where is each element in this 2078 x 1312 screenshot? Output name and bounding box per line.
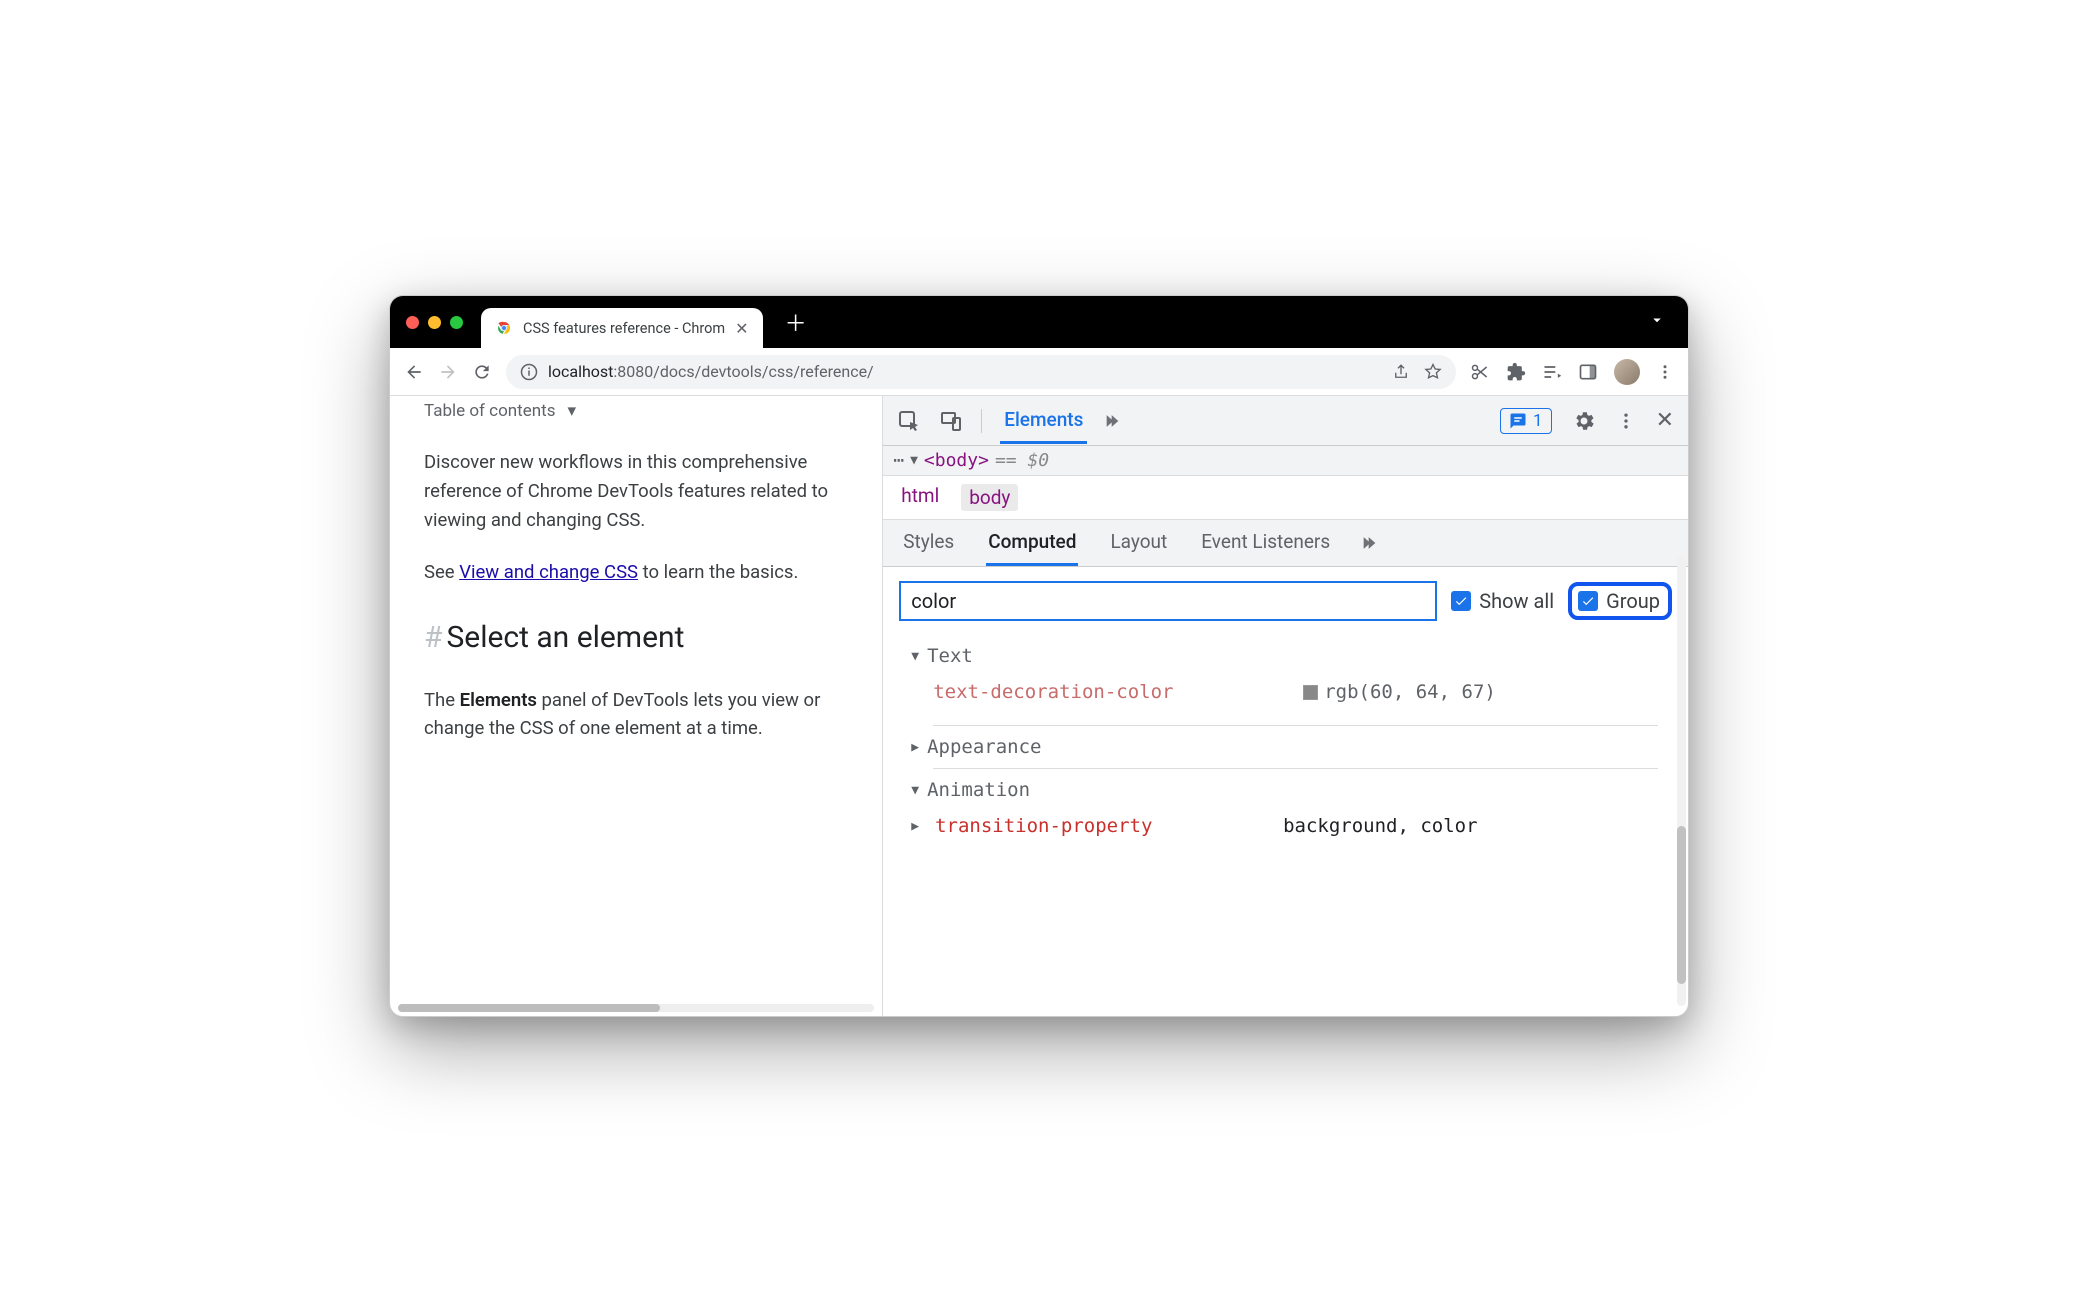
caret-down-icon: ▾ [567,398,576,424]
site-info-icon[interactable] [520,363,538,381]
devtools-close-button[interactable]: ✕ [1656,408,1674,433]
toc-label: Table of contents [424,398,555,424]
extensions-icon[interactable] [1506,362,1526,382]
show-all-checkbox[interactable]: Show all [1451,589,1554,613]
profile-avatar[interactable] [1614,359,1640,385]
content-area: Table of contents ▾ Discover new workflo… [390,396,1688,1016]
checkbox-checked-icon [1578,591,1598,611]
styles-subtabs: Styles Computed Layout Event Listeners [883,520,1688,567]
color-swatch-icon[interactable] [1303,685,1318,700]
chrome-icon [495,319,513,337]
breadcrumb: html body [883,476,1688,520]
computed-tab[interactable]: Computed [986,520,1078,566]
property-value: background, color [1283,815,1477,837]
checkbox-checked-icon [1451,591,1471,611]
layout-tab[interactable]: Layout [1108,520,1169,566]
tab-close-button[interactable]: ✕ [735,319,748,338]
window-titlebar: CSS features reference - Chrom ✕ ＋ [390,296,1688,348]
view-change-css-link[interactable]: View and change CSS [459,561,638,583]
side-panel-icon[interactable] [1578,362,1598,382]
window-controls [406,316,463,329]
inspect-element-icon[interactable] [897,409,921,433]
expand-triangle-icon: ▼ [911,649,919,664]
browser-tab[interactable]: CSS features reference - Chrom ✕ [481,308,763,348]
filter-input[interactable] [899,581,1437,621]
see-also-paragraph: See View and change CSS to learn the bas… [424,558,854,587]
elements-paragraph: The Elements panel of DevTools lets you … [424,686,854,743]
playlist-icon[interactable] [1542,362,1562,382]
devtools-menu-icon[interactable] [1616,411,1636,431]
share-icon[interactable] [1392,363,1410,381]
toolbar-actions [1470,359,1674,385]
tab-title: CSS features reference - Chrom [523,320,725,337]
horizontal-scrollbar[interactable] [398,1004,874,1012]
property-row[interactable]: text-decoration-color rgb(60, 64, 67) [883,673,1688,721]
collapse-triangle-icon[interactable]: ▶ [911,819,919,834]
property-name: transition-property [935,815,1273,837]
devtools-panel: Elements 1 ✕ ⋯ ▼ <body> == $0 [883,396,1688,1016]
window-minimize-button[interactable] [428,316,441,329]
anchor-hash-icon[interactable]: # [424,620,442,655]
breadcrumb-body[interactable]: body [961,484,1018,511]
breadcrumb-html[interactable]: html [901,484,939,511]
group-text[interactable]: ▼ Text [883,635,1688,673]
group-animation[interactable]: ▼ Animation [883,769,1688,807]
window-close-button[interactable] [406,316,419,329]
settings-gear-icon[interactable] [1572,409,1596,433]
property-row[interactable]: ▶ transition-property background, color [883,807,1688,855]
styles-tab[interactable]: Styles [901,520,956,566]
browser-toolbar: localhost:8080/docs/devtools/css/referen… [390,348,1688,396]
property-name: text-decoration-color [933,681,1293,703]
issues-badge[interactable]: 1 [1500,408,1552,434]
back-button[interactable] [404,362,424,382]
page-content: Table of contents ▾ Discover new workflo… [390,396,883,1016]
chevron-down-icon [1648,311,1666,329]
more-subtabs-icon[interactable] [1362,533,1382,553]
collapse-triangle-icon: ▶ [911,740,919,755]
new-tab-button[interactable]: ＋ [785,306,807,338]
dom-console-ref: == $0 [995,450,1049,471]
tabstrip-menu[interactable] [1648,311,1676,333]
computed-filter-row: Show all Group [883,567,1688,631]
property-value: rgb(60, 64, 67) [1303,681,1496,703]
device-toggle-icon[interactable] [939,409,963,433]
section-heading: #Select an element [424,615,854,662]
bookmark-star-icon[interactable] [1424,363,1442,381]
intro-paragraph: Discover new workflows in this comprehen… [424,448,854,534]
event-listeners-tab[interactable]: Event Listeners [1199,520,1332,566]
ellipsis-icon: ⋯ [893,450,904,471]
expand-triangle-icon[interactable]: ▼ [910,453,918,468]
scissors-icon[interactable] [1470,362,1490,382]
computed-properties: ▼ Text text-decoration-color rgb(60, 64,… [883,631,1688,865]
dom-tree-row[interactable]: ⋯ ▼ <body> == $0 [883,446,1688,476]
forward-button[interactable] [438,362,458,382]
dom-tag: <body> [924,450,989,471]
message-icon [1509,412,1527,430]
window-maximize-button[interactable] [450,316,463,329]
group-appearance[interactable]: ▶ Appearance [883,726,1688,764]
reload-button[interactable] [472,362,492,382]
kebab-menu-icon[interactable] [1656,363,1674,381]
expand-triangle-icon: ▼ [911,783,919,798]
url-text: localhost:8080/docs/devtools/css/referen… [548,362,874,381]
address-bar[interactable]: localhost:8080/docs/devtools/css/referen… [506,355,1456,389]
more-tabs-icon[interactable] [1105,411,1125,431]
vertical-scrollbar[interactable] [1677,556,1686,1006]
group-checkbox[interactable]: Group [1568,582,1672,620]
toc-toggle[interactable]: Table of contents ▾ [424,398,854,424]
devtools-top-toolbar: Elements 1 ✕ [883,396,1688,446]
browser-window: CSS features reference - Chrom ✕ ＋ local… [389,295,1689,1017]
elements-tab[interactable]: Elements [1000,398,1087,444]
